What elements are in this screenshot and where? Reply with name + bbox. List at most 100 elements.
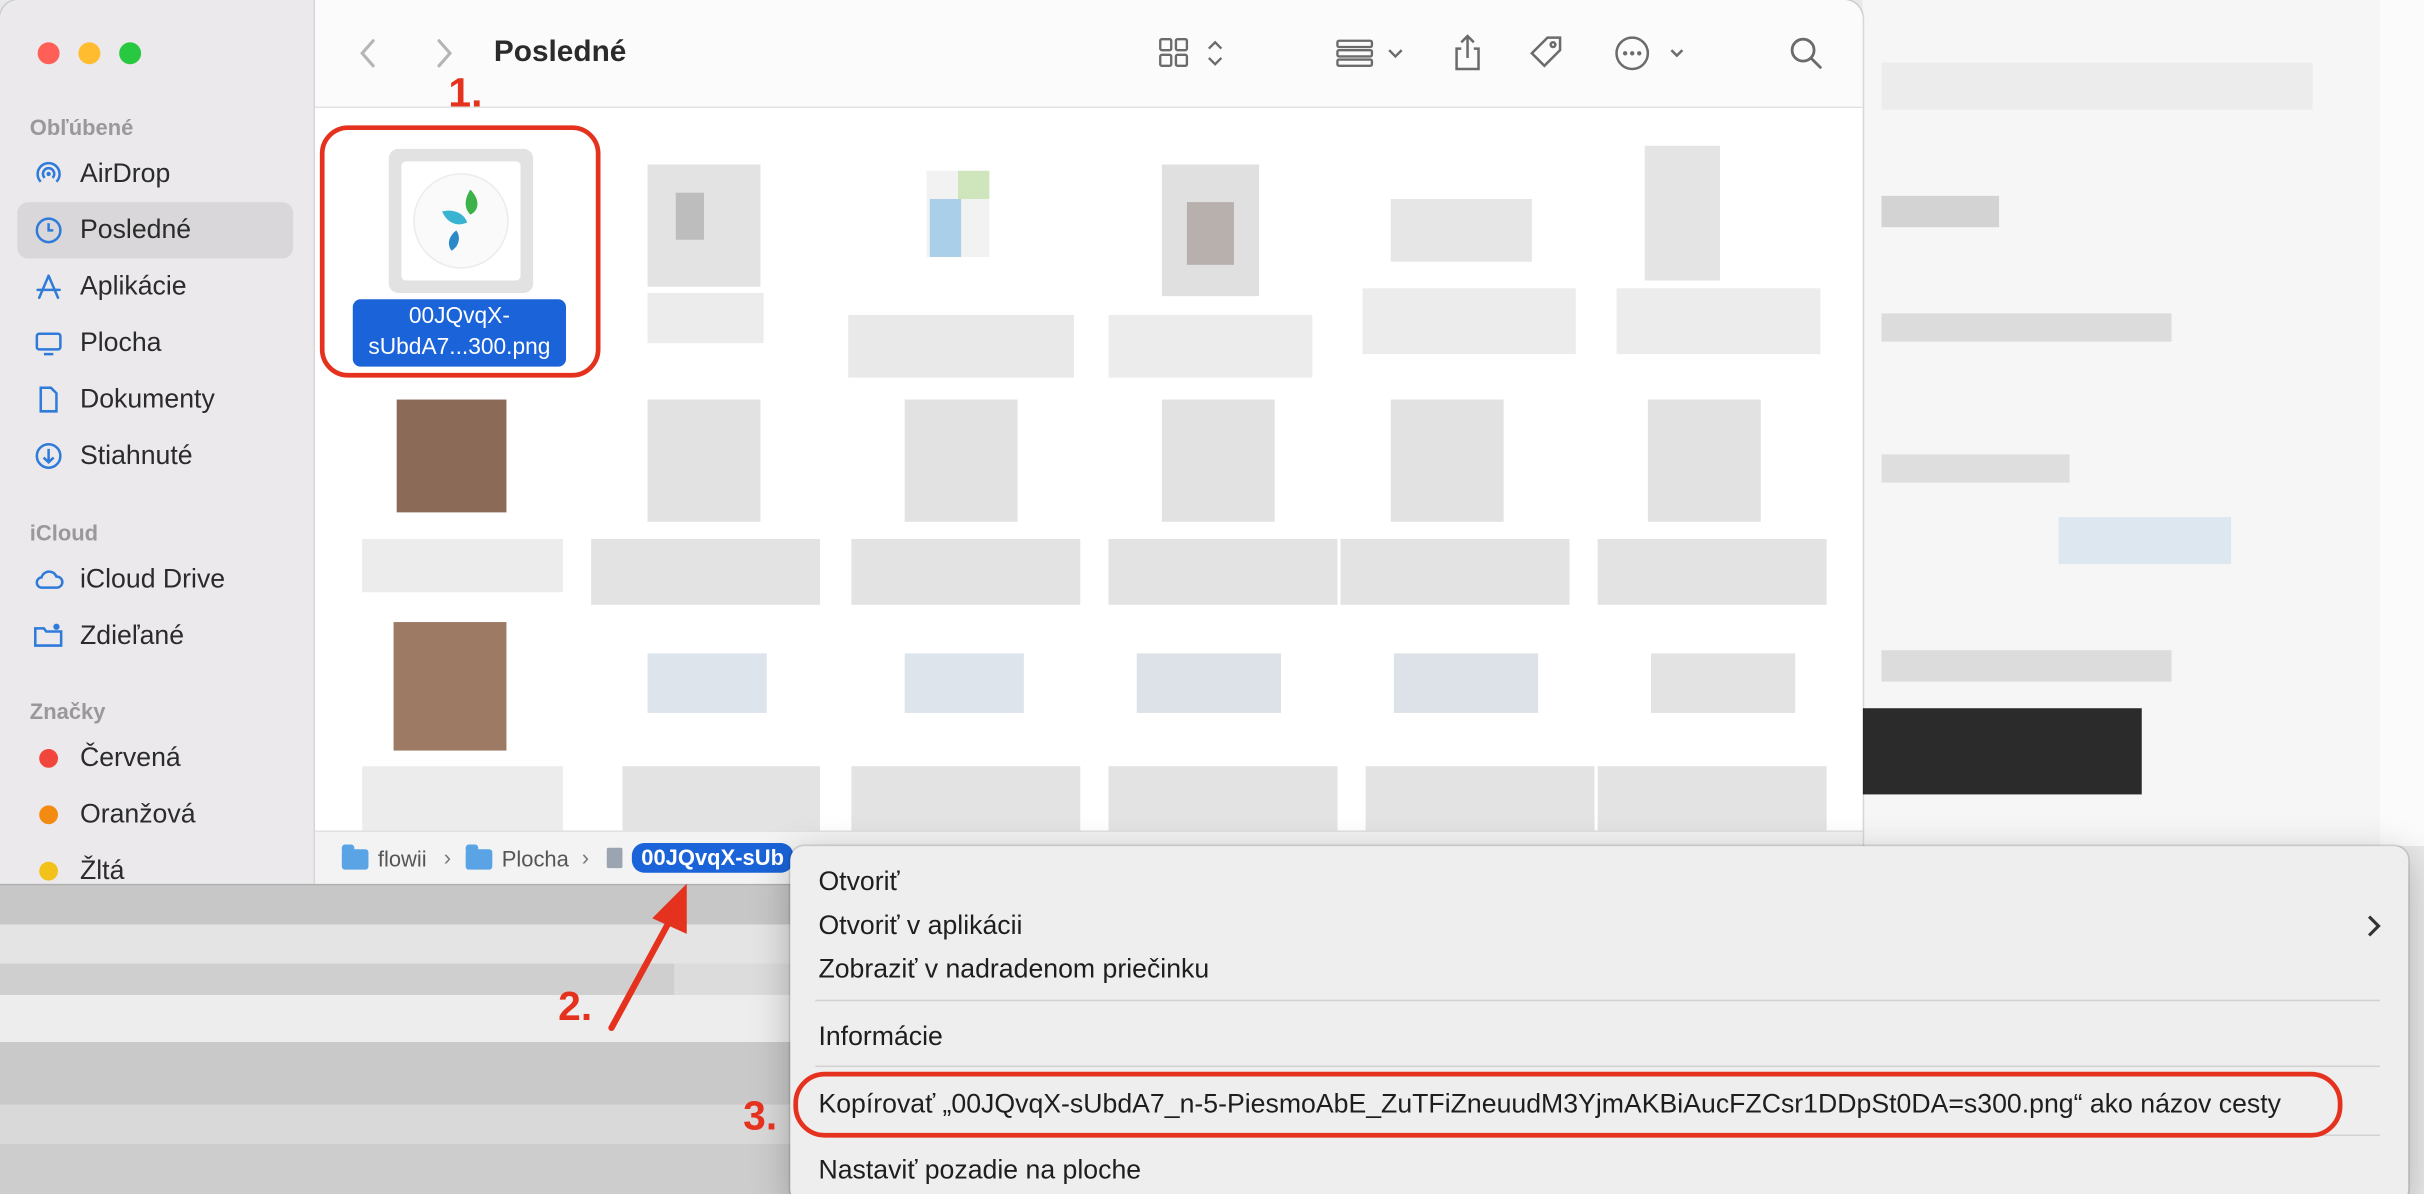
download-icon — [31, 439, 65, 473]
file-thumbnail-blurred[interactable] — [904, 399, 1018, 522]
sidebar-item-recents[interactable]: Posledné — [17, 202, 294, 259]
file-label-blurred — [1362, 288, 1576, 355]
sidebar-item-applications[interactable]: Aplikácie — [17, 259, 293, 315]
shared-folder-icon — [31, 619, 65, 653]
file-thumbnail-blurred[interactable] — [647, 653, 767, 713]
sidebar-item-label: Červená — [79, 742, 181, 773]
menu-item-label: Otvoriť v aplikácii — [818, 910, 1023, 941]
file-label-blurred — [591, 539, 821, 605]
screen: Obľúbené AirDrop Posledné Aplikácie Ploc… — [0, 0, 2424, 1194]
file-label-blurred — [362, 539, 563, 593]
file-label-blurred — [362, 766, 563, 831]
zoom-button[interactable] — [119, 42, 142, 65]
sidebar-item-label: Žltá — [79, 855, 125, 884]
window-title: Posledné — [493, 36, 627, 69]
file-label-blurred — [1108, 766, 1338, 831]
crumb-label: Plocha — [501, 846, 569, 872]
chevron-right-icon: › — [581, 844, 590, 870]
file-thumbnail-blurred[interactable] — [647, 399, 761, 522]
file-label-blurred — [851, 539, 1081, 605]
document-icon — [31, 382, 65, 416]
sidebar-item-label: Aplikácie — [79, 271, 187, 301]
sidebar-item-label: Dokumenty — [79, 383, 215, 414]
sidebar-item-label: iCloud Drive — [79, 564, 226, 594]
context-menu: Otvoriť Otvoriť v aplikácii Zobraziť v n… — [790, 846, 2409, 1194]
file-label-blurred — [622, 766, 821, 831]
section-favorites: Obľúbené — [29, 114, 134, 140]
sidebar-item-airdrop[interactable]: AirDrop — [17, 146, 293, 202]
sidebar-item-label: Plocha — [79, 327, 162, 358]
sidebar-item-icloud-drive[interactable]: iCloud Drive — [17, 552, 293, 608]
arrow-annotation — [608, 883, 687, 1032]
sidebar-item-documents[interactable]: Dokumenty — [17, 371, 293, 427]
file-thumbnail-blurred[interactable] — [904, 653, 1024, 713]
group-icon[interactable] — [1334, 31, 1409, 75]
toolbar: Posledné — [315, 0, 1863, 109]
file-label-blurred — [1108, 314, 1313, 378]
tag-icon[interactable] — [1526, 31, 1567, 75]
section-tags: Značky — [29, 698, 106, 724]
sidebar-item-label: AirDrop — [79, 158, 171, 189]
chevron-right-icon: › — [443, 844, 452, 870]
highlight-ring-file — [319, 125, 601, 378]
tag-dot-yellow — [31, 854, 65, 884]
sidebar-item-downloads[interactable]: Stiahnuté — [17, 428, 293, 484]
file-thumbnail-blurred[interactable] — [926, 170, 990, 257]
share-icon[interactable] — [1450, 31, 1484, 75]
chevron-right-icon — [2364, 910, 2383, 949]
tag-dot-red — [31, 741, 65, 775]
menu-item-set-wallpaper[interactable]: Nastaviť pozadie na ploche — [818, 1155, 1141, 1186]
sidebar-item-desktop[interactable]: Plocha — [17, 315, 293, 371]
file-thumbnail-blurred[interactable] — [1650, 653, 1796, 713]
file-thumbnail-blurred[interactable] — [1161, 399, 1275, 522]
step-number-2: 2. — [558, 982, 593, 1030]
file-thumbnail-blurred[interactable] — [1161, 164, 1260, 297]
path-crumb-home[interactable]: flowii — [341, 843, 427, 872]
grid-view-icon[interactable] — [1157, 31, 1229, 75]
file-label-blurred — [848, 314, 1075, 378]
file-thumbnail-blurred[interactable] — [1644, 145, 1720, 281]
path-crumb-file[interactable]: 00JQvqX-sUb — [606, 842, 794, 873]
close-button[interactable] — [37, 42, 60, 65]
sidebar-item-label: Oranžová — [79, 799, 196, 829]
file-thumbnail-blurred[interactable] — [1390, 198, 1532, 262]
folder-icon — [465, 843, 493, 869]
file-label-blurred — [1597, 766, 1827, 831]
finder-window: Obľúbené AirDrop Posledné Aplikácie Ploc… — [0, 0, 1863, 884]
menu-item-info[interactable]: Informácie — [818, 1022, 942, 1053]
menu-item-show-in-folder[interactable]: Zobraziť v nadradenom priečinku — [818, 954, 1209, 985]
sidebar-item-tag-orange[interactable]: Oranžová — [17, 787, 293, 843]
sidebar-item-tag-yellow[interactable]: Žltá — [17, 843, 293, 884]
applications-icon — [31, 270, 65, 304]
file-thumbnail-blurred[interactable] — [1136, 653, 1281, 713]
crumb-label: 00JQvqX-sUb — [631, 842, 794, 873]
menu-separator — [815, 999, 2381, 1002]
file-thumbnail-blurred[interactable] — [1393, 653, 1539, 713]
airdrop-icon — [31, 157, 65, 191]
sidebar-item-tag-red[interactable]: Červená — [17, 730, 293, 786]
minimize-button[interactable] — [78, 42, 101, 65]
file-label-blurred — [1108, 539, 1338, 605]
menu-item-open[interactable]: Otvoriť — [818, 866, 899, 897]
search-icon[interactable] — [1787, 31, 1825, 75]
path-crumb-desktop[interactable]: Plocha — [465, 843, 569, 872]
menu-separator — [815, 1065, 2381, 1068]
clock-icon — [31, 213, 65, 247]
sidebar-item-label: Stiahnuté — [79, 440, 193, 471]
background-panel-blurred — [1862, 0, 2424, 847]
cloud-icon — [31, 563, 65, 597]
sidebar-item-shared[interactable]: Zdieľané — [17, 608, 293, 664]
back-icon[interactable] — [356, 31, 381, 75]
file-thumbnail-blurred[interactable] — [1390, 399, 1504, 522]
step-number-1: 1. — [448, 68, 483, 116]
file-thumbnail-blurred[interactable] — [393, 622, 507, 751]
file-thumbnail-blurred[interactable] — [1647, 399, 1761, 522]
file-thumbnail-blurred[interactable] — [396, 399, 507, 513]
menu-item-open-with[interactable]: Otvoriť v aplikácii — [818, 910, 2383, 941]
file-label-blurred — [1340, 539, 1570, 605]
sidebar-item-label: Posledné — [79, 214, 192, 245]
more-icon[interactable] — [1613, 31, 1685, 75]
crumb-label: flowii — [377, 846, 427, 872]
file-label-blurred — [647, 293, 764, 344]
file-thumbnail-blurred[interactable] — [647, 164, 761, 287]
